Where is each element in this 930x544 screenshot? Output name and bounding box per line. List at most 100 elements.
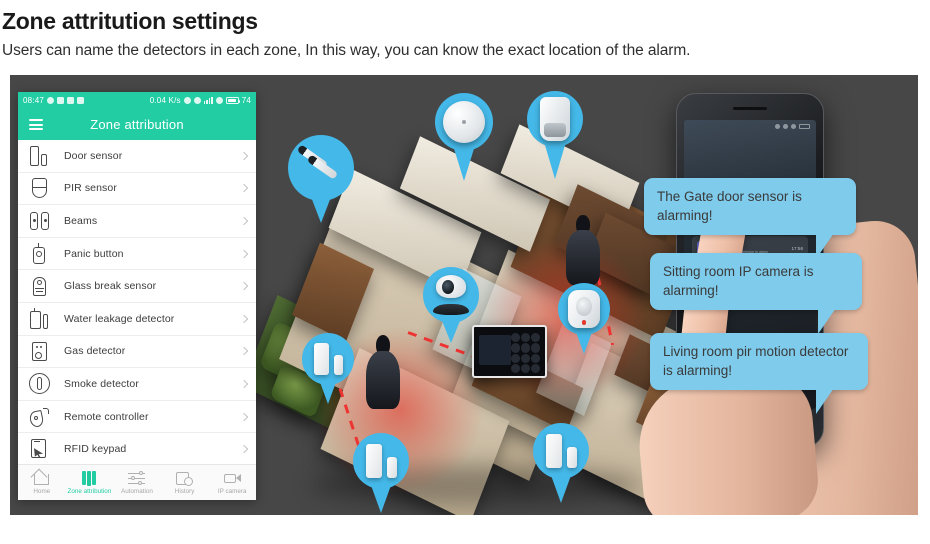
- smart-socket-pin[interactable]: [558, 283, 610, 354]
- battery-level: 74: [241, 96, 251, 105]
- list-item-label: Door sensor: [64, 149, 123, 162]
- tab-label: IP camera: [217, 487, 247, 495]
- ip-camera-pin[interactable]: [423, 267, 479, 343]
- rfid-keypad-icon: [28, 438, 52, 460]
- chevron-right-icon: [239, 379, 249, 389]
- gas-detector-icon: [28, 340, 52, 362]
- pir-pin[interactable]: [516, 80, 594, 179]
- zone-list[interactable]: Door sensor PIR sensor Beams Panic butto…: [18, 140, 256, 464]
- list-item-beams[interactable]: Beams: [18, 205, 256, 238]
- circle-icon: [215, 97, 223, 104]
- remote-controller-icon: [28, 406, 52, 428]
- list-item-rfid-keypad[interactable]: RFID keypad: [18, 433, 256, 464]
- list-item-label: PIR sensor: [64, 182, 117, 195]
- door-sensor-device-icon: [364, 443, 398, 479]
- chevron-right-icon: [239, 216, 249, 226]
- tab-label: History: [174, 487, 195, 495]
- chevron-right-icon: [239, 444, 249, 454]
- tab-label: Zone attribution: [67, 487, 112, 495]
- list-item-label: Panic button: [64, 247, 124, 260]
- tab-label: Automation: [121, 487, 153, 495]
- alarm-clock-icon: [183, 97, 191, 104]
- water-leakage-icon: [28, 307, 52, 330]
- chevron-right-icon: [239, 412, 249, 421]
- panic-button-icon: [28, 242, 52, 265]
- data-rate-label: 0.04 K/s: [149, 96, 181, 105]
- hamburger-menu-icon[interactable]: [29, 119, 43, 130]
- notification-time: 17:56: [791, 245, 804, 251]
- list-item-panic-button[interactable]: Panic button: [18, 238, 256, 271]
- app-bar: Zone attribution: [18, 109, 256, 140]
- tab-automation[interactable]: Automation: [113, 470, 161, 495]
- alert-bubble-pir-motion: Living room pir motion detector is alarm…: [650, 333, 868, 415]
- chevron-right-icon: [239, 314, 249, 324]
- smoke-pin[interactable]: [435, 93, 493, 181]
- tab-zone-attribution[interactable]: Zone attribution: [66, 470, 114, 495]
- tab-ip-camera[interactable]: IP camera: [208, 471, 256, 495]
- tab-history[interactable]: History: [161, 471, 209, 495]
- chevron-right-icon: [239, 249, 249, 258]
- bottom-tab-bar[interactable]: Home Zone attribution Automation History…: [18, 464, 256, 500]
- list-item-pir-sensor[interactable]: PIR sensor: [18, 173, 256, 206]
- zone-icon: [81, 470, 98, 486]
- list-item-label: Glass break sensor: [64, 280, 157, 293]
- door-sensor-device-icon: [544, 433, 578, 469]
- list-item-glass-break-sensor[interactable]: Glass break sensor: [18, 270, 256, 303]
- earpiece: [733, 107, 767, 110]
- alert-bubble-gate-door: The Gate door sensor is alarming!: [644, 178, 856, 260]
- signal-bars-icon: [203, 97, 213, 104]
- chevron-right-icon: [239, 184, 249, 193]
- status-time: 08:47: [23, 96, 45, 105]
- list-item-door-sensor[interactable]: Door sensor: [18, 140, 256, 173]
- battery-icon: [225, 97, 241, 104]
- hero-illustration-panel: Jin An S Study room fire detector is ala…: [10, 75, 918, 515]
- list-item-gas-detector[interactable]: Gas detector: [18, 336, 256, 369]
- smoke-detector-icon: [28, 372, 52, 395]
- list-item-smoke-detector[interactable]: Smoke detector: [18, 368, 256, 401]
- burglar-figure: [366, 335, 400, 415]
- panel-screen: [479, 335, 511, 365]
- photo-icon: [67, 97, 75, 104]
- door-sensor-device-icon: [312, 342, 343, 376]
- app-bar-title: Zone attribution: [90, 117, 184, 132]
- list-item-water-leakage-detector[interactable]: Water leakage detector: [18, 303, 256, 336]
- page-subtitle: Users can name the detectors in each zon…: [2, 42, 691, 60]
- door-sensor-pin-right[interactable]: [533, 423, 589, 503]
- chevron-right-icon: [239, 347, 249, 356]
- sliders-icon: [128, 470, 146, 486]
- beams-device-icon: [295, 144, 348, 192]
- burglar-figure: [566, 215, 600, 291]
- panel-keypad[interactable]: [511, 333, 540, 373]
- chevron-right-icon: [239, 281, 249, 291]
- alarm-control-panel[interactable]: [472, 325, 547, 378]
- history-icon: [176, 471, 194, 486]
- list-item-remote-controller[interactable]: Remote controller: [18, 401, 256, 434]
- pir-sensor-icon: [28, 177, 52, 199]
- mobile-app-screenshot: 08:47 0.04 K/s 74 Zone attribution Door …: [18, 92, 256, 500]
- phone-status-bar: [775, 124, 810, 129]
- sync-icon: [57, 97, 65, 104]
- list-item-label: RFID keypad: [64, 443, 127, 456]
- pir-device-icon: [540, 97, 570, 141]
- list-item-label: Water leakage detector: [64, 312, 175, 325]
- list-item-label: Remote controller: [64, 410, 149, 423]
- alert-bubble-ip-camera: Sitting room IP camera is alarming!: [650, 253, 862, 335]
- wifi-icon: [193, 97, 201, 104]
- smoke-detector-device-icon: [442, 100, 486, 144]
- list-item-label: Beams: [64, 214, 98, 227]
- app-icon: [77, 97, 85, 104]
- beams-icon: [28, 210, 52, 232]
- home-icon: [30, 468, 50, 486]
- door-sensor-pin-left[interactable]: [302, 333, 354, 404]
- door-sensor-icon: [28, 145, 52, 167]
- tab-home[interactable]: Home: [18, 468, 66, 495]
- beams-pin[interactable]: [288, 135, 354, 223]
- ip-camera-device-icon: [431, 275, 471, 315]
- tab-label: Home: [33, 487, 51, 495]
- emoji-icon: [47, 97, 55, 104]
- door-sensor-pin-bottom[interactable]: [353, 433, 409, 513]
- list-item-label: Smoke detector: [64, 377, 139, 390]
- glass-break-sensor-icon: [28, 275, 52, 297]
- chevron-right-icon: [239, 151, 249, 161]
- video-cam-icon: [223, 471, 241, 486]
